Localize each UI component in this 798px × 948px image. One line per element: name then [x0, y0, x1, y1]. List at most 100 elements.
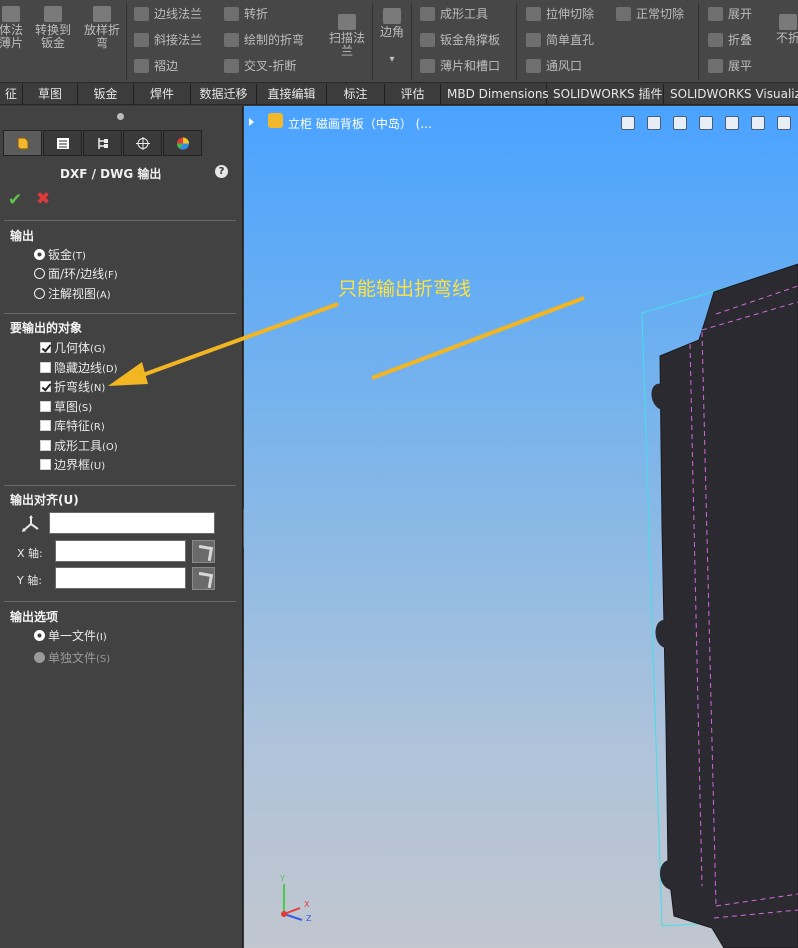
unfold-icon	[708, 7, 723, 21]
vent-button[interactable]: 通风口	[524, 56, 582, 76]
checkbox-geometry[interactable]: 几何体(G)	[40, 339, 106, 357]
triad-z-label: Z	[306, 914, 312, 923]
x-axis-input[interactable]	[55, 540, 186, 562]
radio-indicator	[34, 268, 45, 279]
tab-evaluate[interactable]: 评估	[385, 84, 441, 105]
tab-solidworks-visualize[interactable]: SOLIDWORKS Visualize	[664, 84, 798, 105]
annotation-text: 只能输出折弯线	[338, 278, 472, 300]
tab-feature-tree[interactable]	[43, 130, 82, 156]
cross-break-icon	[224, 59, 239, 73]
miter-flange-icon	[134, 33, 149, 47]
radio-indicator	[34, 630, 45, 641]
radio-sheet-metal[interactable]: 钣金(T)	[34, 246, 86, 264]
miter-flange-button[interactable]: 斜接法兰	[132, 30, 202, 50]
tab-property-manager[interactable]	[3, 130, 42, 156]
flatten-button[interactable]: 展平	[706, 56, 752, 76]
lofted-bend-button[interactable]: 放样折 弯	[80, 6, 124, 50]
checkbox-sketches[interactable]: 草图(S)	[40, 398, 92, 416]
simple-hole-button[interactable]: 简单直孔	[524, 30, 594, 50]
origin-input[interactable]	[49, 512, 215, 534]
base-flange-button[interactable]: 体法 薄片	[0, 6, 26, 50]
part-model[interactable]	[244, 106, 798, 948]
tab-mbd-dimensions[interactable]: MBD Dimensions	[441, 84, 549, 105]
tab-sketch[interactable]: 草图	[23, 84, 78, 105]
radio-faces-loops-edges[interactable]: 面/环/边线(F)	[34, 265, 118, 283]
corners-dropdown[interactable]: ▾	[375, 53, 409, 66]
radio-single-file[interactable]: 单一文件(I)	[34, 627, 107, 645]
normal-cut-button[interactable]: 正常切除	[614, 4, 684, 24]
tab-features[interactable]: 征	[0, 84, 23, 105]
tab-configuration[interactable]	[83, 130, 122, 156]
entities-section-heading[interactable]: 要输出的对象	[10, 319, 82, 336]
ribbon: 体法 薄片 转换到 钣金 放样折 弯 边线法兰 斜接法兰 褶边 转折 绘制的折弯…	[0, 0, 798, 83]
tab-slot-button[interactable]: 薄片和槽口	[418, 56, 500, 76]
flatten-icon	[708, 59, 723, 73]
tab-direct-editing[interactable]: 直接编辑	[257, 84, 327, 105]
no-bends-button[interactable]: 不折	[768, 14, 798, 45]
base-flange-icon	[2, 6, 20, 22]
tab-data-migration[interactable]: 数据迁移	[191, 84, 257, 105]
checkbox-indicator	[40, 459, 51, 470]
tab-solidworks-addins[interactable]: SOLIDWORKS 插件	[547, 84, 664, 105]
tab-sheet-metal[interactable]: 钣金	[78, 84, 134, 105]
checkbox-bend-lines[interactable]: 折弯线(N)	[40, 378, 105, 396]
sheet-metal-body	[659, 263, 798, 948]
panel-grip[interactable]	[117, 113, 124, 120]
checkbox-forming-tools[interactable]: 成形工具(O)	[40, 437, 118, 455]
fold-button[interactable]: 折叠	[706, 30, 752, 50]
y-axis-reverse-button[interactable]	[192, 567, 215, 590]
manager-tabs	[3, 130, 203, 156]
y-axis-input[interactable]	[55, 567, 186, 589]
list-icon	[57, 138, 69, 149]
output-section-heading[interactable]: 输出	[10, 227, 34, 244]
tab-display-manager[interactable]	[163, 130, 202, 156]
x-axis-label: X 轴:	[17, 547, 43, 560]
gusset-button[interactable]: 钣金角撑板	[418, 30, 500, 50]
corners-button[interactable]: 边角 ▾	[375, 8, 409, 66]
gusset-icon	[420, 33, 435, 47]
radio-indicator	[34, 652, 45, 663]
sketched-bend-button[interactable]: 绘制的折弯	[222, 30, 304, 50]
extruded-cut-button[interactable]: 拉伸切除	[524, 4, 594, 24]
radio-separate-files[interactable]: 单独文件(S)	[34, 649, 110, 667]
corners-icon	[383, 8, 401, 24]
mounting-tab	[660, 859, 672, 890]
hem-button[interactable]: 褶边	[132, 56, 178, 76]
checkbox-library-features[interactable]: 库特征(R)	[40, 417, 105, 435]
checkbox-indicator	[40, 342, 51, 353]
triad-x-label: X	[304, 900, 310, 909]
cancel-button[interactable]: ✖	[36, 189, 50, 209]
triad-y-label: Y	[280, 874, 285, 883]
tab-markup[interactable]: 标注	[327, 84, 385, 105]
annotation-arrow-shaft	[371, 296, 585, 380]
convert-to-sheetmetal-icon	[44, 6, 62, 22]
vent-icon	[526, 59, 541, 73]
swept-flange-icon	[338, 14, 356, 30]
convert-to-sheetmetal-button[interactable]: 转换到 钣金	[30, 6, 76, 50]
jog-button[interactable]: 转折	[222, 4, 268, 24]
swept-flange-button[interactable]: 扫描法 兰	[324, 14, 370, 58]
forming-tool-button[interactable]: 成形工具	[418, 4, 488, 24]
sketched-bend-icon	[224, 33, 239, 47]
hem-icon	[134, 59, 149, 73]
x-axis-reverse-button[interactable]	[192, 540, 215, 563]
edge-flange-button[interactable]: 边线法兰	[132, 4, 202, 24]
cross-break-button[interactable]: 交叉-折断	[222, 56, 296, 76]
checkbox-indicator	[40, 362, 51, 373]
crosshair-icon	[136, 137, 150, 150]
mounting-tab	[651, 383, 662, 410]
unfold-button[interactable]: 展开	[706, 4, 752, 24]
graphics-area[interactable]: 立柜 磁画背板（中岛） (... 只能输出折弯线 Y X Z	[244, 106, 798, 948]
radio-annotation-view[interactable]: 注解视图(A)	[34, 285, 111, 303]
mounting-tab	[655, 619, 666, 648]
help-icon[interactable]: ?	[215, 165, 228, 178]
align-section-heading[interactable]: 输出对齐(U)	[10, 491, 79, 508]
tab-weldments[interactable]: 焊件	[134, 84, 191, 105]
checkbox-hidden-edges[interactable]: 隐藏边线(D)	[40, 359, 118, 377]
checkbox-bounding-box[interactable]: 边界框(U)	[40, 456, 105, 474]
y-axis-label: Y 轴:	[17, 574, 42, 587]
export-options-heading[interactable]: 输出选项	[10, 608, 58, 625]
checkbox-indicator	[40, 401, 51, 412]
tab-dimxpert[interactable]	[123, 130, 162, 156]
ok-button[interactable]: ✔	[8, 190, 22, 210]
